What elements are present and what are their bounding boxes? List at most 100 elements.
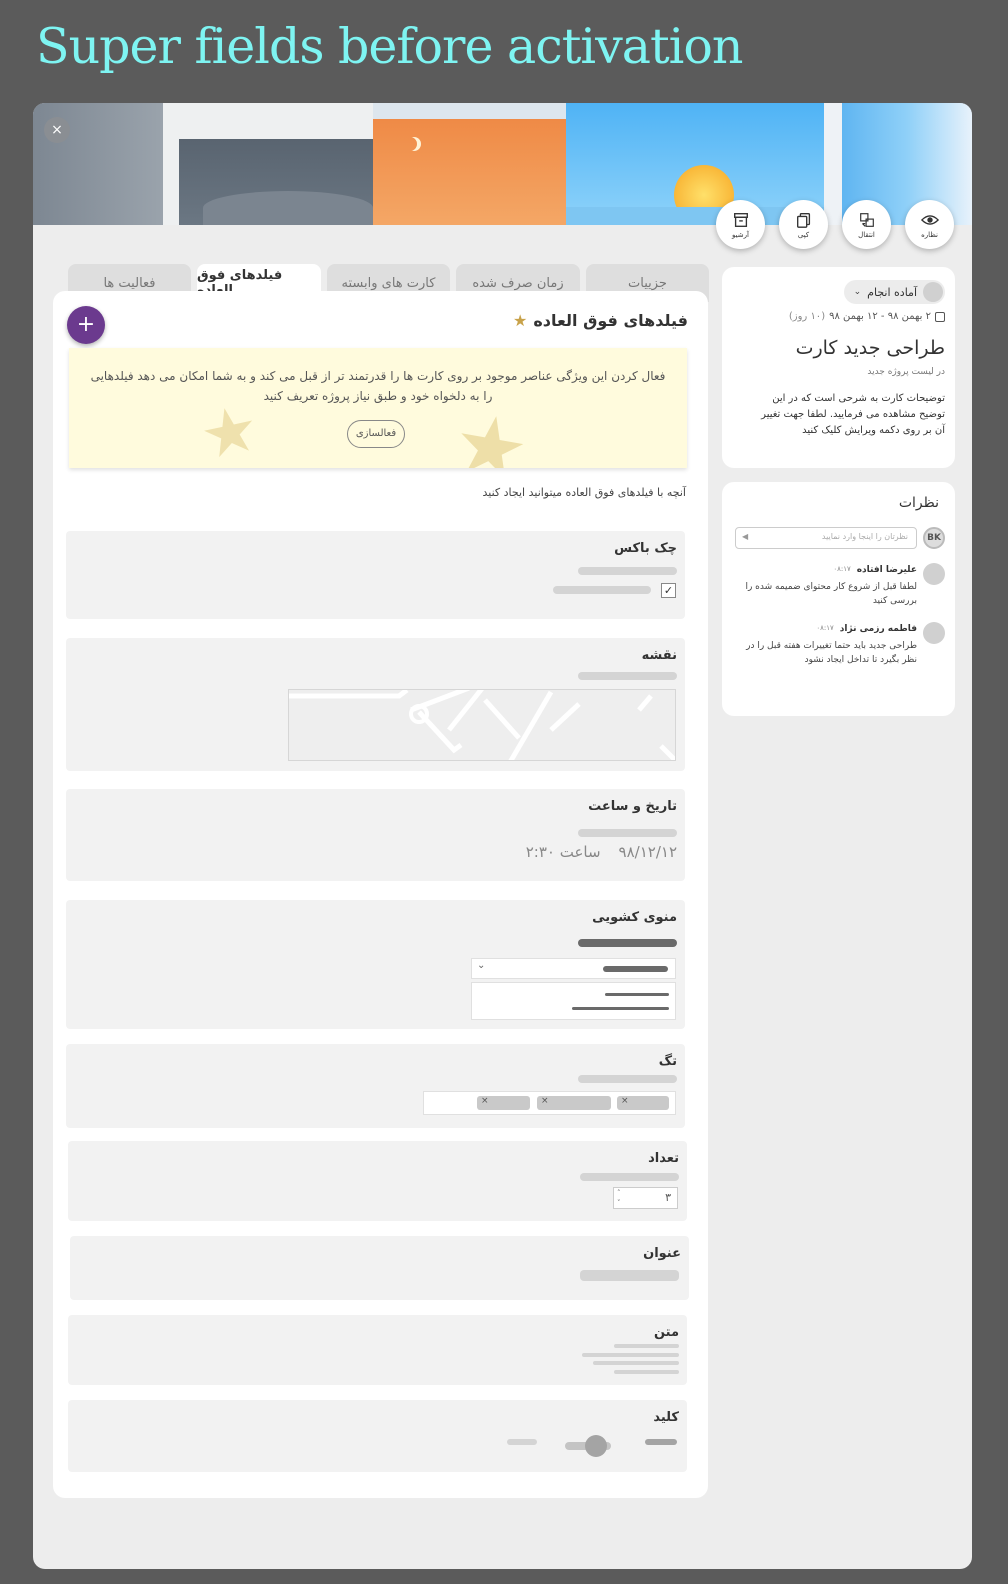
tag-chip[interactable]: ×: [477, 1096, 530, 1110]
watch-button[interactable]: نظاره: [905, 200, 954, 249]
field-label: تاریخ و ساعت: [588, 799, 677, 814]
checkbox-field: چک باکس ✓: [66, 531, 685, 619]
card-actions: آرشیو کپی انتقال نظاره: [716, 200, 954, 249]
field-label: منوی کشویی: [592, 910, 677, 925]
text-line: [614, 1344, 679, 1348]
number-value: ۳: [665, 1191, 671, 1204]
move-label: انتقال: [858, 230, 875, 239]
placeholder-line[interactable]: [580, 1270, 679, 1281]
placeholder-line: [578, 672, 677, 680]
placeholder-line: [578, 1075, 677, 1083]
field-label: متن: [653, 1325, 679, 1340]
tag-chip[interactable]: ×: [537, 1096, 611, 1110]
card-detail-modal: × آرشیو کپی انتقال نظاره جزییات زمان صرف…: [33, 103, 972, 1569]
date-range-text: ۲ بهمن ۹۸ - ۱۲ بهمن ۹۸: [829, 311, 931, 322]
quantity-stepper[interactable]: ۳ ˄ ˅: [613, 1187, 678, 1209]
toggle-switch[interactable]: [565, 1435, 631, 1457]
status-dot-icon: [923, 282, 943, 302]
card-title[interactable]: طراحی جدید کارت: [796, 337, 945, 359]
map-preview[interactable]: [288, 689, 676, 761]
comment-author: علیرضا افتاده: [856, 565, 917, 575]
comment-time: ۰۸:۱۷: [833, 565, 851, 573]
stepper-arrows-icon[interactable]: ˄ ˅: [617, 1188, 621, 1208]
add-field-button[interactable]: +: [67, 306, 105, 344]
status-dropdown[interactable]: آماده انجام ⌄: [844, 280, 945, 304]
avatar: BK: [923, 527, 945, 549]
panel-title: فیلدهای فوق العاده: [533, 311, 688, 330]
archive-button[interactable]: آرشیو: [716, 200, 765, 249]
field-label: عنوان: [643, 1246, 681, 1261]
field-label: نقشه: [641, 648, 677, 663]
close-icon[interactable]: ×: [481, 1096, 489, 1106]
time-value: ساعت ۲:۳۰: [525, 843, 601, 861]
map-field: نقشه: [66, 638, 685, 771]
move-button[interactable]: انتقال: [842, 200, 891, 249]
watch-label: نظاره: [921, 230, 938, 239]
field-label: تگ: [658, 1054, 677, 1069]
field-label: تعداد: [648, 1151, 679, 1166]
text-line: [614, 1370, 679, 1374]
number-field: تعداد ۳ ˄ ˅: [68, 1141, 687, 1221]
tag-input[interactable]: × × ×: [423, 1091, 676, 1115]
panel-header: فیلدهای فوق العاده ★: [513, 311, 688, 330]
comment-text: لطفا قبل از شروع کار محتوای ضمیمه شده را…: [745, 582, 917, 606]
option-line: [605, 993, 669, 996]
title-field: عنوان: [70, 1236, 689, 1300]
comment-input[interactable]: نظرتان را اینجا وارد نمایید ◀: [735, 527, 917, 549]
map-roads: [289, 690, 675, 760]
comment-header: علیرضا افتاده ۰۸:۱۷: [833, 565, 917, 575]
comment-text: طراحی جدید باید حتما تغییرات هفته قبل را…: [746, 641, 917, 665]
dropdown-field: منوی کشویی ⌄: [66, 900, 685, 1029]
tag-field: تگ × × ×: [66, 1044, 685, 1128]
date-value: ۹۸/۱۲/۱۲: [618, 843, 677, 861]
card-summary: آماده انجام ⌄ ۲ بهمن ۹۸ - ۱۲ بهمن ۹۸ (۱۰…: [722, 267, 955, 468]
send-icon[interactable]: ◀: [742, 532, 748, 541]
selected-value-line: [603, 966, 668, 972]
placeholder-line: [580, 1173, 679, 1181]
field-label: کلید: [653, 1410, 679, 1425]
chevron-down-icon: ⌄: [853, 287, 862, 297]
activate-button[interactable]: فعالسازی: [347, 420, 405, 448]
comment-placeholder: نظرتان را اینجا وارد نمایید: [821, 532, 908, 541]
avatar: [923, 622, 945, 644]
comment-header: فاطمه رزمی نژاد ۰۸:۱۷: [816, 624, 917, 634]
close-icon[interactable]: ×: [621, 1096, 629, 1106]
switch-label-line: [507, 1439, 537, 1445]
star-icon: ★: [512, 311, 528, 330]
card-description[interactable]: توضیحات کارت به شرحی است که در این توضیح…: [754, 391, 945, 439]
comments-title: نظرات: [898, 495, 939, 511]
archive-label: آرشیو: [732, 230, 749, 239]
page-headline: Super fields before activation: [36, 18, 743, 75]
copy-icon: [796, 212, 810, 228]
copy-label: کپی: [797, 230, 810, 239]
copy-button[interactable]: کپی: [779, 200, 828, 249]
comment-author: فاطمه رزمی نژاد: [839, 624, 917, 634]
list-info: در لیست پروژه جدید: [867, 367, 945, 377]
cover-tile-light: [163, 103, 373, 225]
switch-label-line: [645, 1439, 677, 1445]
activation-banner: ★ ★ فعال کردن این ویژگی عناصر موجود بر ر…: [69, 348, 687, 468]
comments-panel: نظرات BK نظرتان را اینجا وارد نمایید ◀ ع…: [722, 482, 955, 716]
placeholder-line: [553, 586, 651, 594]
close-button[interactable]: ×: [44, 117, 70, 143]
datetime-value[interactable]: ۹۸/۱۲/۱۲ ساعت ۲:۳۰: [526, 843, 677, 861]
field-label: چک باکس: [614, 541, 677, 556]
avatar: [923, 563, 945, 585]
switch-field: کلید: [68, 1400, 687, 1472]
chevron-down-icon: ⌄: [477, 960, 486, 971]
move-icon: [859, 212, 874, 227]
tag-chip[interactable]: ×: [617, 1096, 669, 1110]
close-icon[interactable]: ×: [541, 1096, 549, 1106]
text-field: متن: [68, 1315, 687, 1385]
placeholder-line: [578, 829, 677, 837]
dropdown-options[interactable]: [471, 982, 676, 1020]
date-range[interactable]: ۲ بهمن ۹۸ - ۱۲ بهمن ۹۸ (۱۰ روز): [789, 311, 945, 322]
placeholder-line: [578, 939, 677, 947]
checkbox-check-icon[interactable]: ✓: [661, 583, 676, 598]
comment-time: ۰۸:۱۷: [816, 624, 834, 632]
placeholder-line: [578, 567, 677, 575]
text-line: [582, 1353, 679, 1357]
datetime-field: تاریخ و ساعت ۹۸/۱۲/۱۲ ساعت ۲:۳۰: [66, 789, 685, 881]
dropdown-select[interactable]: ⌄: [471, 958, 676, 979]
status-label: آماده انجام: [867, 285, 917, 299]
